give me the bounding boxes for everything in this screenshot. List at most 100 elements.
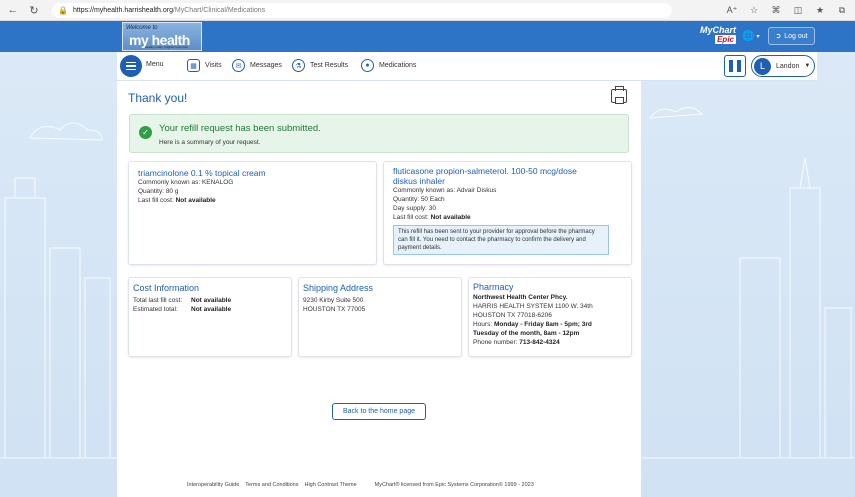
pharmacy-phone: Phone number: 713-842-4324 (473, 338, 627, 347)
pharmacy-card: Pharmacy Northwest Health Center Phcy. H… (468, 277, 632, 357)
main-content: Thank you! ✓ Your refill request has bee… (117, 81, 641, 497)
split-screen-icon[interactable]: ◫ (791, 3, 805, 17)
printer-icon[interactable] (611, 86, 627, 104)
estimated-total: Estimated total: Not available (133, 305, 287, 314)
myhealth-logo[interactable]: Welcome to my health healthy today, brig… (122, 22, 202, 51)
nav-item-label: Messages (250, 62, 282, 69)
footer-license: MyChart® licensed from Epic Systems Corp… (374, 482, 534, 488)
browser-toolbar: ← ↻ 🔒 https://myhealth.harrishealth.org /… (0, 0, 855, 21)
read-aloud-icon[interactable]: A⁺ (725, 3, 739, 17)
phone-value: 713-842-4324 (519, 339, 560, 346)
back-to-home-button[interactable]: Back to the home page (332, 403, 426, 420)
footer-link-terms[interactable]: Terms and Conditions (245, 482, 298, 488)
pharmacy-name: Northwest Health Center Phcy. (473, 293, 627, 302)
nav-item-test-results[interactable]: ⚗ Test Results (292, 59, 348, 72)
hours-value2: Tuesday of the month, 8am - 12pm (473, 330, 580, 337)
reload-icon[interactable]: ↻ (26, 2, 42, 18)
success-subtext: Here is a summary of your request. (159, 139, 261, 146)
pharmacy-title: Pharmacy (473, 282, 514, 292)
chevron-down-icon: ▾ (756, 33, 760, 40)
favorite-star-icon[interactable]: ☆ (747, 3, 761, 17)
estimated-total-label: Estimated total: (133, 306, 178, 313)
last-cost-label: Last fill cost: (393, 214, 429, 221)
collections-icon[interactable]: ⧉ (835, 3, 849, 17)
pharmacy-address-line1: HARRIS HEALTH SYSTEM 1100 W. 34th (473, 303, 593, 310)
qr-code-icon (729, 60, 741, 72)
menu-label[interactable]: Menu (146, 61, 164, 68)
nav-item-label: Test Results (310, 62, 349, 69)
extensions-icon[interactable]: ⌘ (769, 3, 783, 17)
epic-brand-text: Epic (715, 35, 736, 44)
hours-value1: Monday - Friday 8am - 5pm; 3rd (493, 321, 592, 328)
logout-icon: ➲ (775, 33, 782, 40)
nav-item-medications[interactable]: ● Medications (361, 59, 416, 72)
mychart-brand-text: MyChart (699, 25, 736, 35)
logo-tagline-text: healthy today, brighter tomorrow (145, 45, 188, 49)
pharmacy-hours: Hours: Monday - Friday 8am - 5pm; 3rd (473, 320, 627, 329)
flask-icon: ⚗ (292, 59, 305, 72)
medication-quantity: Quantity: 50 Each (393, 196, 445, 203)
footer-link-interoperability[interactable]: Interoperability Guide (187, 482, 239, 488)
last-cost-value: Not available (430, 214, 471, 221)
medication-name-line1: fluticasone propion-salmeterol. 100-50 m… (393, 166, 577, 176)
pharmacy-hours-cont: Tuesday of the month, 8am - 12pm (473, 329, 627, 338)
provider-approval-note: This refill has been sent to your provid… (393, 225, 609, 255)
logout-button[interactable]: ➲ Log out (768, 27, 815, 45)
success-banner: ✓ Your refill request has been submitted… (129, 114, 629, 153)
nav-item-label: Medications (379, 62, 417, 69)
nav-item-messages[interactable]: ✉ Messages (232, 59, 282, 72)
pharmacy-address-line2: HOUSTON TX 77018-6206 (473, 312, 552, 319)
cost-information-card: Cost Information Total last fill cost: No… (128, 277, 292, 357)
nav-item-label: Visits (205, 62, 222, 69)
last-cost-value: Not available (175, 197, 216, 204)
url-host: https://myhealth.harrishealth.org (72, 7, 173, 14)
back-icon[interactable]: ← (5, 2, 21, 18)
medication-card: triamcinolone 0.1 % topical cream Common… (128, 161, 377, 265)
estimated-total-value: Not available (191, 306, 232, 313)
medication-day-supply: Day supply: 30 (393, 205, 436, 212)
chevron-down-icon: ▼ (804, 63, 811, 69)
qr-code-button[interactable] (724, 55, 746, 77)
checkmark-icon: ✓ (139, 126, 152, 139)
last-cost-label: Last fill cost: (138, 197, 174, 204)
menu-button[interactable] (120, 55, 142, 77)
main-nav-bar: Menu ▦ Visits ✉ Messages ⚗ Test Results … (117, 52, 817, 81)
total-last-fill-cost: Total last fill cost: Not available (133, 296, 287, 305)
shipping-address-title: Shipping Address (303, 283, 374, 293)
url-path: /MyChart/Clinical/Medications (172, 7, 266, 14)
envelope-icon: ✉ (232, 59, 245, 72)
footer-link-high-contrast[interactable]: High Contrast Theme (304, 482, 356, 488)
pill-icon: ● (361, 59, 374, 72)
logout-label: Log out (784, 32, 808, 40)
hours-label: Hours: (473, 321, 493, 328)
medication-name[interactable]: triamcinolone 0.1 % topical cream (138, 168, 367, 178)
mychart-epic-logo: MyChart Epic (696, 25, 736, 47)
success-heading: Your refill request has been submitted. (159, 123, 321, 134)
total-cost-label: Total last fill cost: (133, 297, 183, 304)
user-account-menu[interactable]: L Landon ▼ (751, 55, 815, 77)
medication-name[interactable]: fluticasone propion-salmeterol. 100-50 m… (393, 166, 622, 186)
medication-last-cost: Last fill cost: Not available (138, 196, 367, 205)
lock-icon: 🔒 (58, 6, 68, 15)
medication-last-cost: Last fill cost: Not available (393, 213, 622, 222)
address-bar[interactable]: 🔒 https://myhealth.harrishealth.org/MyCh… (52, 3, 672, 18)
shipping-line2: HOUSTON TX 77005 (303, 306, 366, 313)
page-title: Thank you! (128, 91, 188, 105)
favorites-icon[interactable]: ★ (813, 3, 827, 17)
medication-quantity: Quantity: 80 g (138, 188, 179, 195)
nav-item-visits[interactable]: ▦ Visits (187, 59, 222, 72)
medication-known-as: Commonly known as: Advair Diskus (393, 187, 497, 194)
footer: Interoperability Guide Terms and Conditi… (187, 482, 534, 488)
calendar-icon: ▦ (187, 59, 200, 72)
phone-label: Phone number: (473, 339, 518, 346)
total-cost-value: Not available (191, 297, 232, 304)
logo-welcome-text: Welcome to (126, 25, 158, 31)
language-globe-icon[interactable]: 🌐 ▾ (742, 29, 764, 43)
shipping-address-card: Shipping Address 9230 Kirby Suite 500 HO… (298, 277, 462, 357)
medication-name-line2: diskus inhaler (393, 176, 445, 186)
pharmacy-name-text: Northwest Health Center Phcy. (473, 294, 568, 301)
cost-information-title: Cost Information (133, 283, 200, 293)
avatar: L (754, 57, 771, 75)
medication-card: fluticasone propion-salmeterol. 100-50 m… (383, 161, 632, 265)
medication-known-as: Commonly known as: KENALOG (138, 179, 234, 186)
